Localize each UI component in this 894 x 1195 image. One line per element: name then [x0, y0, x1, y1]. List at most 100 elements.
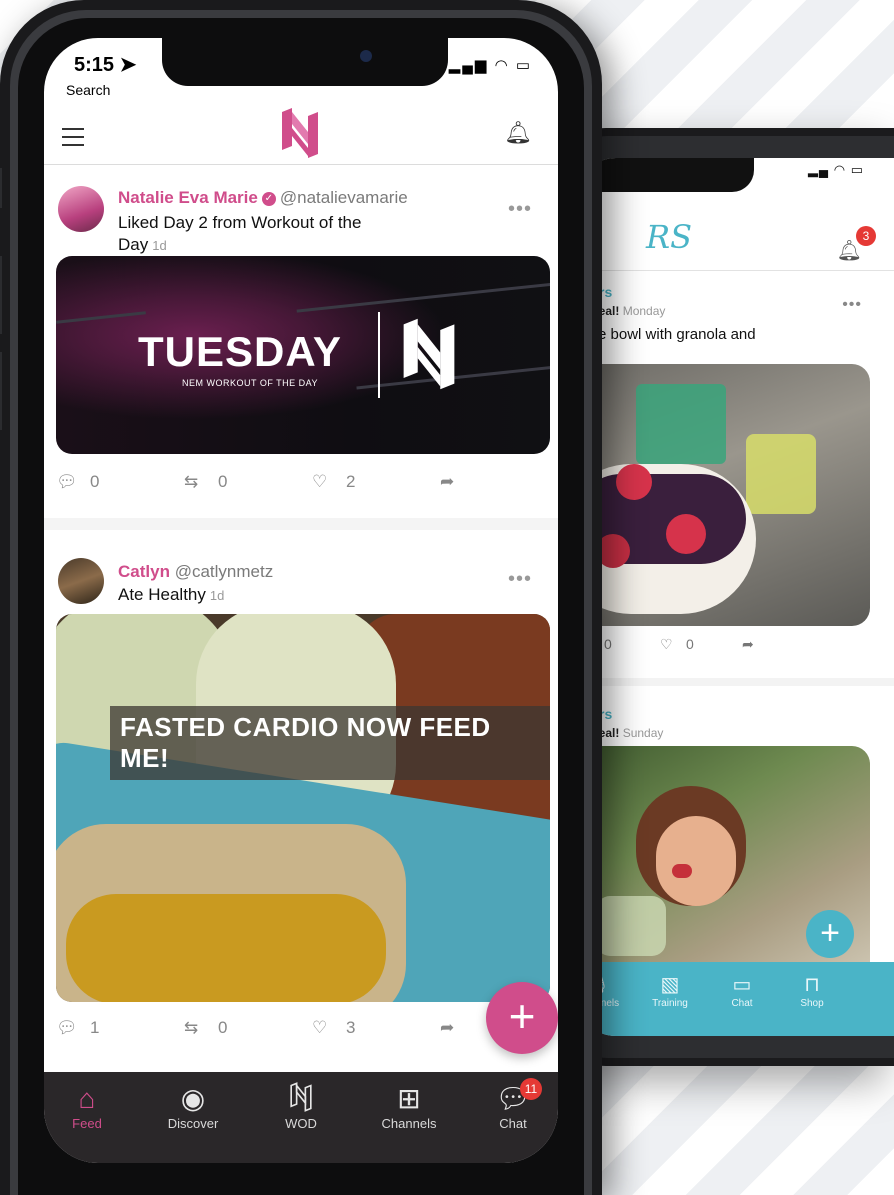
avatar[interactable] — [58, 558, 104, 604]
secondary-app-logo: RS — [646, 218, 693, 256]
post-2-actions: 💬︎ 1 ⇆ 0 ♡ 3 ➦ — [44, 1016, 558, 1044]
brand-logo-icon — [403, 318, 455, 390]
bg-stripe — [56, 311, 146, 324]
post-1-activity-line2: Day — [118, 235, 149, 254]
share-icon[interactable]: ➦ — [440, 472, 454, 492]
secondary-notch — [576, 158, 754, 192]
secondary-tab-label: Training — [652, 998, 688, 1009]
post-2-text: Ate Healthy 1d — [118, 584, 458, 607]
post-1-actions: 💬︎ 0 ⇆ 0 ♡ 2 ➦ — [44, 470, 558, 498]
status-time-text: 5:15 — [74, 54, 115, 76]
post-1-image[interactable]: TUESDAY NEM WORKOUT OF THE DAY — [56, 256, 550, 454]
food-mustard — [66, 894, 386, 1002]
wod-logo-icon — [256, 1082, 346, 1116]
post-separator — [44, 518, 558, 530]
secondary-post-1-text: hine bowl with granola and — [578, 326, 756, 343]
post-1-comment-count: 0 — [90, 472, 100, 491]
notch — [162, 38, 448, 86]
post-2-header: Catlyn @catlynmetz — [118, 562, 273, 582]
tab-bar: ⌂ Feed ◉ Discover WOD ⊞ Channels 💬︎ Chat… — [44, 1072, 558, 1163]
post-2-comment-count: 1 — [90, 1018, 100, 1037]
primary-phone-screen: 5:15 ➤ Search ▂▄▆ ◠ ▭ 🔔︎ Natalie Eva Mar… — [44, 38, 558, 1163]
secondary-post-separator — [576, 678, 894, 686]
comment-icon[interactable]: 💬︎ — [56, 1018, 78, 1038]
secondary-phone-bezel: ▂▄ ◠ ▭ RS 🔔︎ 3 thers y meal! Monday ••• … — [556, 136, 894, 1058]
repost-icon[interactable]: ⇆ — [184, 472, 198, 492]
home-icon: ⌂ — [78, 1083, 96, 1114]
post-2-activity: Ate Healthy — [118, 585, 206, 604]
secondary-share-icon[interactable]: ➦ — [742, 636, 754, 653]
secondary-post-1-more-icon[interactable]: ••• — [842, 296, 862, 314]
bg-stripe — [296, 282, 550, 313]
status-time: 5:15 ➤ — [74, 52, 136, 77]
add-post-button[interactable]: + — [486, 982, 558, 1054]
tab-label: Feed — [72, 1116, 102, 1131]
verified-badge-icon: ✓ — [261, 191, 276, 206]
post-1-header: Natalie Eva Marie ✓ @natalievamarie — [118, 188, 408, 208]
secondary-tab-shop[interactable]: ⊓ Shop — [782, 972, 842, 1009]
volume-down-button — [0, 352, 2, 430]
app-logo-icon — [282, 108, 318, 158]
bag-icon: ⊓ — [804, 974, 820, 996]
secondary-post-2-day: Sunday — [622, 726, 664, 740]
tab-chat[interactable]: 💬︎ Chat 11 — [468, 1078, 558, 1131]
tab-label: Channels — [381, 1116, 437, 1131]
compass-icon: ◉ — [180, 1083, 206, 1114]
secondary-tab-chat[interactable]: ▭ Chat — [712, 972, 772, 1009]
post-1-image-subtitle: NEM WORKOUT OF THE DAY — [182, 378, 319, 388]
grid-icon: ⊞ — [397, 1083, 421, 1114]
tab-wod[interactable]: WOD — [256, 1082, 346, 1131]
back-to-search[interactable]: Search — [66, 82, 110, 98]
post-1-username[interactable]: Natalie Eva Marie — [118, 188, 258, 207]
post-2-image[interactable]: FASTED CARDIO NOW FEED ME! — [56, 614, 550, 1002]
mute-switch — [0, 168, 2, 208]
primary-phone: 5:15 ➤ Search ▂▄▆ ◠ ▭ 🔔︎ Natalie Eva Mar… — [0, 0, 602, 1195]
post-1-more-icon[interactable]: ••• — [508, 198, 532, 221]
secondary-notification-badge: 3 — [856, 226, 876, 246]
secondary-status-icons: ▂▄ ◠ ▭ — [807, 162, 864, 177]
secondary-header-divider — [576, 270, 894, 271]
secondary-add-button[interactable]: + — [806, 910, 854, 958]
chat-badge: 11 — [520, 1078, 542, 1100]
training-icon: ▧ — [660, 974, 680, 996]
post-1-time: 1d — [152, 238, 167, 253]
post-1-image-title: TUESDAY — [138, 328, 342, 375]
post-2-time: 1d — [209, 588, 225, 603]
repost-icon[interactable]: ⇆ — [184, 1018, 198, 1038]
secondary-tab-label: Shop — [800, 998, 824, 1009]
post-2-like-count: 3 — [346, 1018, 356, 1037]
tab-feed[interactable]: ⌂ Feed — [44, 1082, 132, 1131]
secondary-like-icon[interactable]: ♡ — [660, 636, 673, 653]
front-camera — [360, 50, 372, 62]
secondary-post-1-actions: ⇆ 0 ♡ 0 ➦ — [576, 632, 876, 658]
post-2-username[interactable]: Catlyn — [118, 562, 170, 581]
heart-icon[interactable]: ♡ — [312, 1018, 327, 1038]
secondary-like-count: 0 — [686, 636, 694, 652]
tab-label: WOD — [285, 1116, 317, 1131]
secondary-phone-screen: ▂▄ ◠ ▭ RS 🔔︎ 3 thers y meal! Monday ••• … — [576, 158, 894, 1036]
comment-icon[interactable]: 💬︎ — [56, 472, 78, 492]
secondary-post-1-image[interactable] — [576, 364, 870, 626]
chat-icon: ▭ — [732, 974, 752, 996]
post-1-handle[interactable]: @natalievamarie — [280, 188, 408, 207]
secondary-tab-training[interactable]: ▧ Training — [640, 972, 700, 1009]
tab-channels[interactable]: ⊞ Channels — [364, 1082, 454, 1131]
volume-up-button — [0, 256, 2, 334]
tab-label: Chat — [499, 1116, 527, 1131]
avatar[interactable] — [58, 186, 104, 232]
share-icon[interactable]: ➦ — [440, 1018, 454, 1038]
tab-label: Discover — [167, 1116, 219, 1131]
post-2-image-caption: FASTED CARDIO NOW FEED ME! — [110, 706, 550, 780]
tab-discover[interactable]: ◉ Discover — [148, 1082, 238, 1131]
post-2-handle[interactable]: @catlynmetz — [175, 562, 274, 581]
secondary-tab-label: Chat — [731, 998, 753, 1009]
chat-icon: 💬︎ — [495, 1083, 531, 1114]
post-2-repost-count: 0 — [218, 1018, 228, 1037]
heart-icon[interactable]: ♡ — [312, 472, 327, 492]
post-1-repost-count: 0 — [218, 472, 228, 491]
post-1-text: Liked Day 2 from Workout of the Day 1d — [118, 212, 458, 257]
secondary-repost-count: 0 — [604, 636, 612, 652]
menu-icon[interactable] — [62, 128, 84, 152]
bell-icon[interactable]: 🔔︎ — [504, 120, 532, 146]
post-2-more-icon[interactable]: ••• — [508, 568, 532, 591]
